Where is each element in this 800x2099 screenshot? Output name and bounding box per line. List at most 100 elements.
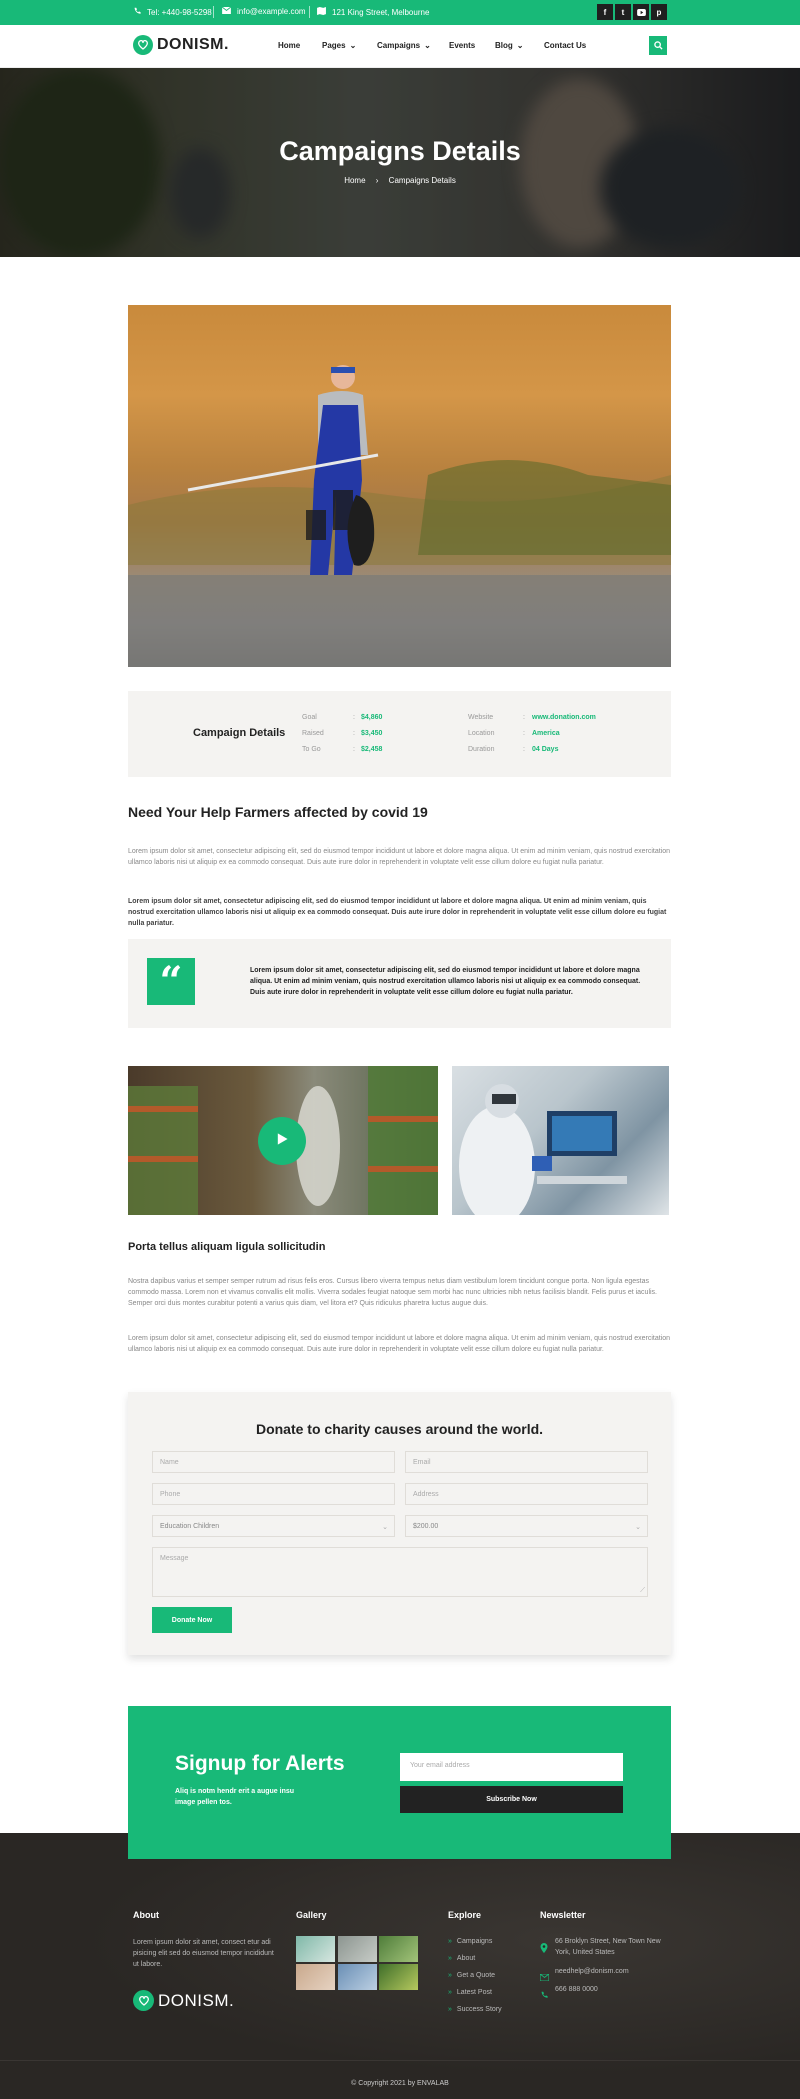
facebook-icon[interactable]: f: [597, 4, 613, 20]
page-hero: Campaigns Details Home › Campaigns Detai…: [0, 68, 800, 257]
pinterest-icon[interactable]: p: [651, 4, 667, 20]
goal-label: Goal: [302, 714, 317, 721]
nav-label: Home: [278, 41, 301, 50]
nav-blog[interactable]: Blog ⌄: [495, 41, 523, 50]
article-paragraph: Lorem ipsum dolor sit amet, consectetur …: [128, 848, 670, 866]
footer-newsletter-title: Newsletter: [540, 1910, 586, 1920]
message-placeholder: Message: [160, 1555, 189, 1562]
location-label: Location: [468, 730, 495, 737]
quote-icon: “: [147, 958, 195, 1005]
amount-select[interactable]: $200.00 ⌄: [405, 1515, 648, 1537]
quote-text: Lorem ipsum dolor sit amet, consectetur …: [250, 967, 641, 996]
donate-title: Donate to charity causes around the worl…: [255, 1421, 544, 1437]
duration-label: Duration: [468, 746, 495, 753]
donate-form: Donate to charity causes around the worl…: [128, 1392, 671, 1655]
map-icon: [317, 7, 326, 17]
email-info[interactable]: info@example.com: [221, 6, 306, 16]
play-icon: [275, 1132, 289, 1151]
map-pin-icon: [540, 1940, 548, 1958]
donate-button[interactable]: Donate Now: [152, 1607, 232, 1633]
footer-link-label: About: [456, 1955, 476, 1962]
resize-handle-icon[interactable]: ⟋: [640, 1587, 645, 1595]
nav-home[interactable]: Home: [278, 41, 300, 50]
youtube-icon[interactable]: [633, 4, 649, 20]
colon: :: [353, 714, 355, 721]
page-title: Campaigns Details: [279, 136, 521, 166]
footer-link-campaigns[interactable]: » Campaigns: [448, 1938, 492, 1945]
colon: :: [353, 746, 355, 753]
signup-text: Aliq is notm hendr erit a augue insu ima…: [175, 1788, 295, 1806]
address-info: 121 King Street, Melbourne: [317, 7, 429, 17]
chevron-down-icon: ⌄: [635, 1524, 641, 1531]
signup-email-input[interactable]: Your email address: [400, 1753, 623, 1781]
search-icon: [653, 37, 663, 55]
gallery-thumb[interactable]: [296, 1936, 335, 1962]
cause-value: Education Children: [160, 1523, 220, 1530]
gallery-thumb[interactable]: [338, 1936, 377, 1962]
duration-value: 04 Days: [532, 746, 559, 753]
signup-box: Signup for Alerts Aliq is notm hendr eri…: [128, 1706, 671, 1859]
chevron-down-icon: ⌄: [516, 41, 524, 50]
email-text: info@example.com: [237, 7, 306, 16]
email-field[interactable]: Email: [405, 1451, 648, 1473]
lab-image: [452, 1066, 669, 1215]
twitter-icon[interactable]: t: [615, 4, 631, 20]
footer-link-success-story[interactable]: » Success Story: [448, 2006, 502, 2013]
nav-events[interactable]: Events: [449, 41, 475, 50]
subscribe-button[interactable]: Subscribe Now: [400, 1786, 623, 1813]
details-heading: Campaign Details: [193, 727, 286, 739]
gallery-thumb[interactable]: [338, 1964, 377, 1990]
chevron-down-icon: ⌄: [382, 1524, 388, 1531]
website-value[interactable]: www.donation.com: [532, 714, 596, 721]
footer-link-latest-post[interactable]: » Latest Post: [448, 1989, 492, 1996]
campaign-details-box: Campaign Details Goal : $4,860 Raised : …: [128, 691, 671, 777]
message-field[interactable]: Message ⟋: [152, 1547, 648, 1597]
name-field[interactable]: Name: [152, 1451, 395, 1473]
search-button[interactable]: [649, 36, 667, 55]
footer-link-about[interactable]: » About: [448, 1955, 475, 1962]
double-chevron-right-icon: »: [448, 1989, 452, 1996]
location-value: America: [532, 730, 560, 737]
phone-icon: [540, 1986, 548, 2004]
chevron-down-icon: ⌄: [349, 41, 357, 50]
gallery-thumb[interactable]: [379, 1936, 418, 1962]
nav-pages[interactable]: Pages ⌄: [322, 41, 356, 50]
colon: :: [353, 730, 355, 737]
footer-phone[interactable]: 666 888 0000: [555, 1984, 598, 1995]
footer-link-label: Get a Quote: [456, 1972, 496, 1979]
nav-campaigns[interactable]: Campaigns ⌄: [377, 41, 431, 50]
footer-link-quote[interactable]: » Get a Quote: [448, 1972, 495, 1979]
video-thumbnail[interactable]: [128, 1066, 438, 1215]
divider: [309, 6, 310, 18]
phone-field[interactable]: Phone: [152, 1483, 395, 1505]
site-logo[interactable]: DONISM.: [133, 35, 229, 55]
footer-email[interactable]: needhelp@donism.com: [555, 1966, 629, 1977]
breadcrumb-current: Campaigns Details: [388, 176, 456, 185]
footer-about-text: Lorem ipsum dolor sit amet, consect etur…: [133, 1939, 274, 1968]
leaf-heart-icon: [133, 35, 153, 55]
envelope-icon: [221, 6, 232, 16]
phone-info[interactable]: Tel: +440-98-5298: [133, 7, 212, 17]
signup-title: Signup for Alerts: [175, 1752, 345, 1775]
play-button[interactable]: [258, 1117, 306, 1165]
gallery-thumb[interactable]: [296, 1964, 335, 1990]
copyright: © Copyright 2021 by ENVALAB: [351, 2080, 449, 2087]
divider: [213, 6, 214, 18]
nav-contact[interactable]: Contact Us: [544, 41, 586, 50]
to-go-label: To Go: [302, 746, 321, 753]
cause-select[interactable]: Education Children ⌄: [152, 1515, 395, 1537]
nav-label: Campaigns: [377, 41, 421, 50]
chevron-right-icon: ›: [375, 176, 379, 185]
address-field[interactable]: Address: [405, 1483, 648, 1505]
address-text: 121 King Street, Melbourne: [332, 7, 430, 17]
raised-value: $3,450: [361, 730, 383, 737]
article-title: Need Your Help Farmers affected by covid…: [128, 804, 428, 820]
double-chevron-right-icon: »: [448, 2006, 452, 2013]
phone-text: Tel: +440-98-5298: [147, 7, 212, 17]
blockquote: “ Lorem ipsum dolor sit amet, consectetu…: [128, 939, 671, 1028]
gallery-thumb[interactable]: [379, 1964, 418, 1990]
logo-text: DONISM.: [157, 36, 229, 53]
breadcrumb-home[interactable]: Home: [344, 176, 365, 185]
footer-logo[interactable]: DONISM.: [133, 1990, 234, 2011]
nav-label: Contact Us: [544, 41, 587, 50]
